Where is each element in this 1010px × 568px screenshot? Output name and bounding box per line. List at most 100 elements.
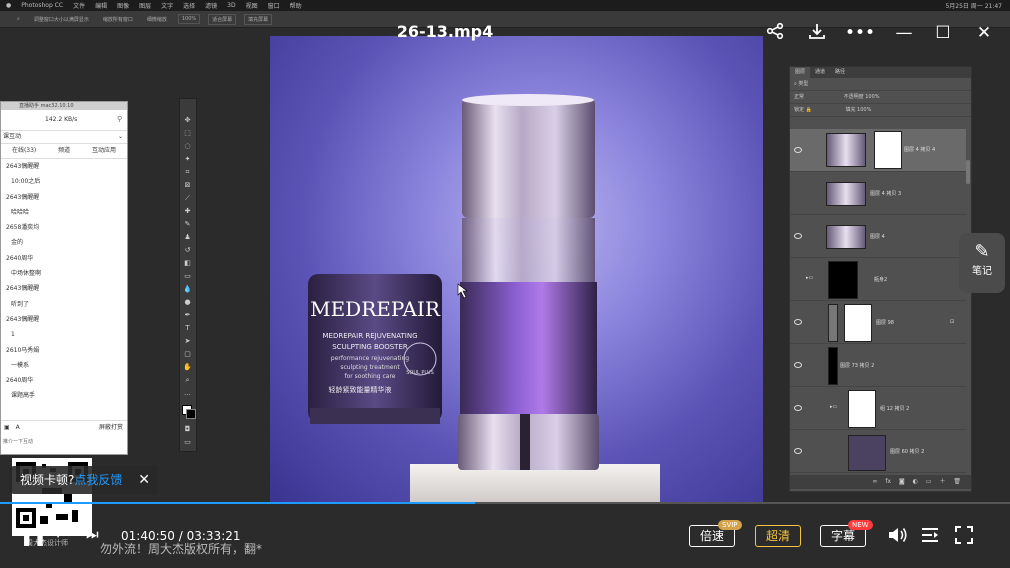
chevron-down-icon[interactable]: ⌄ (118, 131, 123, 143)
block-tips-checkbox[interactable]: 屏蔽打赏 (99, 421, 123, 435)
filter-search-icon[interactable]: ⌕ (794, 81, 797, 87)
close-icon[interactable]: ✕ (973, 22, 995, 44)
menu-item-view[interactable]: 视图 (246, 1, 258, 10)
layer-row[interactable]: 图层 73 拷贝 2 (790, 344, 966, 387)
pin-icon[interactable]: ⚲ (117, 115, 122, 123)
hand-tool-icon[interactable]: ✋ (183, 364, 192, 371)
progress-bar[interactable] (0, 502, 1010, 504)
previous-icon[interactable]: ⏮ (57, 527, 70, 543)
move-tool-icon[interactable]: ✥ (183, 117, 192, 124)
feedback-link[interactable]: 点我反馈 (74, 473, 122, 487)
menu-item-window[interactable]: 窗口 (268, 1, 280, 10)
dodge-tool-icon[interactable]: ● (183, 299, 192, 306)
trash-icon[interactable]: 🗑 (953, 478, 961, 485)
tab-layers[interactable]: 图层 (790, 67, 811, 78)
maximize-icon[interactable]: ☐ (932, 22, 954, 44)
share-icon[interactable] (764, 22, 786, 44)
more-icon[interactable]: ••• (845, 22, 875, 44)
quick-mask-icon[interactable]: ◘ (183, 426, 192, 433)
visibility-eye-icon[interactable] (794, 147, 802, 153)
shape-tool-icon[interactable]: ▢ (183, 351, 192, 358)
fill-value[interactable]: 100% (857, 107, 871, 113)
lock-icon[interactable]: 🔒 (806, 107, 812, 113)
image-icon[interactable]: ▣ (4, 424, 10, 431)
menu-item-file[interactable]: 文件 (73, 1, 85, 10)
history-brush-tool-icon[interactable]: ↺ (183, 247, 192, 254)
marquee-tool-icon[interactable]: ⬚ (183, 130, 192, 137)
playlist-icon[interactable] (920, 526, 940, 548)
layer-row[interactable]: 图层 4 拷贝 3 (790, 172, 966, 215)
fullscreen-icon[interactable] (955, 526, 973, 548)
background-color-swatch[interactable] (186, 409, 196, 419)
menu-item-help[interactable]: 帮助 (290, 1, 302, 10)
visibility-eye-icon[interactable] (794, 319, 802, 325)
layer-group-row[interactable]: ▸▭ 瓶身2 (790, 258, 966, 301)
eraser-tool-icon[interactable]: ◧ (183, 260, 192, 267)
crop-tool-icon[interactable]: ⌗ (183, 169, 192, 176)
visibility-eye-icon[interactable] (794, 405, 802, 411)
tab-channel[interactable]: 频道 (58, 144, 70, 158)
new-layer-icon[interactable]: ＋ (939, 478, 945, 485)
tab-channels[interactable]: 通道 (810, 67, 830, 78)
quality-button[interactable]: 超清 (755, 525, 801, 547)
layer-row[interactable]: 图层 60 拷贝 2 (790, 430, 966, 473)
screen-mode-icon[interactable]: ▭ (183, 439, 192, 446)
menu-item-image[interactable]: 图像 (117, 1, 129, 10)
opacity-value[interactable]: 100% (865, 94, 879, 100)
frame-tool-icon[interactable]: ⊠ (183, 182, 192, 189)
menu-item-filter[interactable]: 滤镜 (205, 1, 217, 10)
blur-tool-icon[interactable]: 💧 (183, 286, 192, 293)
path-select-tool-icon[interactable]: ➤ (183, 338, 192, 345)
type-tool-icon[interactable]: T (183, 325, 192, 332)
layer-kind-filter[interactable]: 类型 (798, 81, 808, 87)
folder-icon[interactable]: ▸▭ (830, 404, 837, 410)
chat-message: 金的 (11, 239, 24, 247)
add-mask-icon[interactable]: ◙ (899, 478, 905, 485)
visibility-eye-icon[interactable] (794, 233, 802, 239)
folder-icon[interactable]: ▸▭ (806, 275, 813, 281)
notes-button[interactable]: ✎ 笔记 (959, 233, 1005, 293)
volume-icon[interactable] (887, 525, 909, 549)
visibility-eye-icon[interactable] (794, 362, 802, 368)
eyedropper-tool-icon[interactable]: ⟋ (183, 195, 192, 202)
new-group-icon[interactable]: ▭ (926, 478, 932, 485)
apple-icon[interactable]: ● (6, 2, 11, 9)
tab-interactive[interactable]: 互动应用 (92, 144, 116, 158)
stamp-tool-icon[interactable]: ♟ (183, 234, 192, 241)
tools-panel: ✥ ⬚ ◌ ✦ ⌗ ⊠ ⟋ ✚ ✎ ♟ ↺ ◧ ▭ 💧 ● ✒ T ➤ ▢ ✋ … (179, 98, 197, 452)
menu-item-app[interactable]: Photoshop CC (21, 2, 63, 9)
pause-icon[interactable]: ❚❚ (20, 527, 47, 546)
brush-tool-icon[interactable]: ✎ (183, 221, 192, 228)
menu-item-3d[interactable]: 3D (227, 2, 235, 9)
minimize-icon[interactable]: — (893, 22, 915, 44)
magic-wand-tool-icon[interactable]: ✦ (183, 156, 192, 163)
download-icon[interactable] (806, 22, 828, 44)
next-icon[interactable]: ⏭ (86, 527, 99, 543)
font-icon[interactable]: A (16, 424, 20, 431)
fx-icon[interactable]: fx (885, 478, 891, 485)
close-toast-icon[interactable]: ✕ (138, 466, 150, 494)
visibility-eye-icon[interactable] (794, 448, 802, 454)
layer-row[interactable]: 图层 4 (790, 215, 966, 258)
menu-item-select[interactable]: 选择 (183, 1, 195, 10)
layers-scrollbar[interactable] (966, 160, 970, 184)
menu-item-layer[interactable]: 图层 (139, 1, 151, 10)
layer-row[interactable]: 图层 4 拷贝 4 (790, 129, 966, 172)
lasso-tool-icon[interactable]: ◌ (183, 143, 192, 150)
edit-toolbar-icon[interactable]: … (183, 390, 192, 397)
menu-item-type[interactable]: 文字 (161, 1, 173, 10)
link-layers-icon[interactable]: ∞ (872, 478, 877, 485)
tab-online[interactable]: 在线(33) (12, 144, 36, 158)
healing-tool-icon[interactable]: ✚ (183, 208, 192, 215)
layer-row[interactable]: 图层 98 ⊡ (790, 301, 966, 344)
pen-tool-icon[interactable]: ✒ (183, 312, 192, 319)
gradient-tool-icon[interactable]: ▭ (183, 273, 192, 280)
menu-item-edit[interactable]: 编辑 (95, 1, 107, 10)
document-canvas[interactable]: MEDREPAIR MEDREPAIR REJUVENATING SCULPTI… (270, 36, 763, 504)
opacity-label: 不透明度 (843, 94, 864, 100)
adjustment-icon[interactable]: ◐ (913, 478, 918, 485)
blend-mode-select[interactable]: 正常 (794, 94, 804, 100)
tab-paths[interactable]: 路径 (830, 67, 850, 78)
zoom-icon[interactable]: ⌕ (183, 377, 192, 384)
layer-group-row[interactable]: ▸▭ 组 12 拷贝 2 (790, 387, 966, 430)
